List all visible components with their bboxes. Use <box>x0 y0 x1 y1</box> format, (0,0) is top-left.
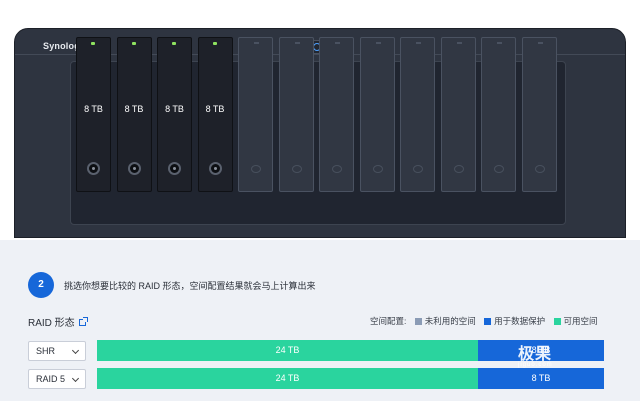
tray-knob-icon <box>372 165 383 173</box>
drive-bay-empty[interactable] <box>319 37 354 192</box>
drive-bay-empty[interactable] <box>521 37 557 192</box>
status-led <box>212 42 217 45</box>
tray-lock-icon <box>208 162 222 175</box>
tray-knob-icon <box>413 165 423 173</box>
legend-label: 空间配置: <box>370 316 407 326</box>
usable-segment: 24 TB <box>97 368 478 389</box>
tray-knob-icon <box>291 165 302 173</box>
drive-bay-empty[interactable] <box>400 37 435 192</box>
raid-type-heading: RAID 形态 <box>28 314 88 329</box>
usable-segment: 24 TB <box>97 340 478 361</box>
chevron-down-icon <box>71 346 80 355</box>
step-instruction: 挑选你想要比较的 RAID 形态，空间配置结果就会马上计算出来 <box>64 281 316 291</box>
tray-knob-icon <box>332 165 342 173</box>
raid-select-1[interactable]: SHR <box>28 341 86 361</box>
external-link-icon[interactable] <box>78 317 88 326</box>
jiguo-watermark: 极果 jiguo.com <box>518 346 553 368</box>
tray-knob-icon <box>251 165 261 173</box>
drive-bay-filled[interactable]: 8 TB <box>116 37 152 192</box>
tray-slot <box>294 42 300 44</box>
drive-capacity: 8 TB <box>84 104 103 114</box>
chevron-down-icon <box>71 374 80 383</box>
drive-bay-empty[interactable] <box>359 37 395 192</box>
tray-slot <box>416 42 421 44</box>
drive-bay-filled[interactable]: 8 TB <box>76 37 111 192</box>
drive-bay-empty[interactable] <box>440 37 476 192</box>
legend-available: 可用空间 <box>563 316 598 326</box>
drive-capacity: 8 TB <box>165 104 184 114</box>
tray-lock-icon <box>127 162 141 175</box>
tray-knob-icon <box>494 165 504 173</box>
status-led <box>172 42 176 45</box>
tray-slot <box>537 42 543 44</box>
legend-swatch-protection <box>484 318 492 325</box>
drive-bay-empty[interactable] <box>238 37 273 192</box>
legend-swatch-available <box>553 318 561 325</box>
tray-lock-icon <box>87 162 100 175</box>
drive-capacity: 8 TB <box>205 104 225 114</box>
raid-select-2[interactable]: RAID 5 <box>28 369 86 389</box>
step-number-badge: 2 <box>28 272 54 298</box>
protection-segment: 8 TB <box>478 368 604 389</box>
drive-bay-empty[interactable] <box>278 37 314 192</box>
drive-bay-filled[interactable]: 8 TB <box>197 37 233 192</box>
tray-knob-icon <box>534 165 545 173</box>
capacity-bar-2: 24 TB 8 TB <box>97 368 604 389</box>
tray-knob-icon <box>453 165 464 173</box>
drive-bay-empty[interactable] <box>481 37 516 192</box>
tray-slot <box>335 42 340 44</box>
drive-bay-filled[interactable]: 8 TB <box>157 37 192 192</box>
status-led <box>131 42 136 45</box>
legend-swatch-unused <box>414 318 422 325</box>
drive-capacity: 8 TB <box>124 104 144 114</box>
tray-slot <box>375 42 381 44</box>
tray-lock-icon <box>168 162 181 175</box>
nas-illustration: Synology® 8 TB8 TB8 TB8 TB <box>0 0 640 240</box>
space-legend: 空间配置: 未利用的空间 用于数据保护 可用空间 <box>370 315 598 327</box>
legend-protection: 用于数据保护 <box>494 316 546 326</box>
legend-unused: 未利用的空间 <box>424 316 476 326</box>
tray-slot <box>254 42 259 44</box>
tray-slot <box>497 42 502 44</box>
tray-slot <box>456 42 462 44</box>
status-led <box>91 42 95 45</box>
